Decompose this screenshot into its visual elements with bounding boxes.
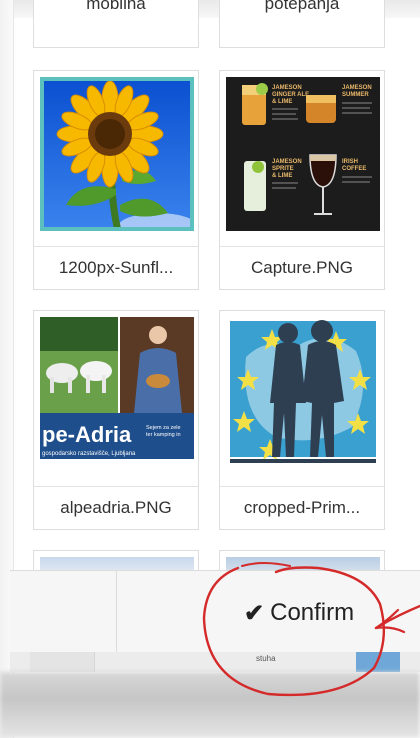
capture-heading-1: JAMESON — [272, 85, 302, 91]
capture-heading-2b: SUMMER — [342, 92, 369, 98]
media-item-potepanja[interactable]: potepanja — [219, 0, 385, 48]
cropped-prim-thumbnail[interactable] — [226, 317, 380, 471]
media-item-label: potepanja — [264, 0, 340, 13]
media-item-cropped-prim[interactable]: cropped-Prim... — [219, 310, 385, 530]
capture-heading-4: IRISH — [342, 159, 358, 165]
media-item-mobilna[interactable]: mobilna — [33, 0, 199, 48]
media-item-label: Capture.PNG — [220, 246, 384, 289]
confirm-button[interactable]: ✔ Confirm — [238, 593, 360, 633]
drinks-menu-image: JAMESON GINGER ALE & LIME JAMESON SUMMER… — [226, 77, 380, 231]
media-item-label: mobilna — [86, 0, 146, 13]
media-item-sunflower[interactable]: 1200px-Sunfl... — [33, 70, 199, 290]
media-item-label: alpeadria.PNG — [34, 486, 198, 529]
capture-heading-2: JAMESON — [342, 85, 372, 91]
media-item-label: 1200px-Sunfl... — [34, 246, 198, 289]
confirm-button-label: Confirm — [270, 599, 355, 626]
alpeadria-footer-text: gospodarsko razstavišče, Ljubljana — [42, 451, 136, 457]
capture-thumbnail[interactable]: JAMESON GINGER ALE & LIME JAMESON SUMMER… — [226, 77, 380, 231]
capture-heading-3b: SPRITE — [272, 166, 294, 172]
capture-heading-1b: GINGER ALE — [272, 92, 309, 98]
alpeadria-tagline-1: Sejem za zele — [146, 425, 181, 431]
underlying-page-strip: stuha — [10, 652, 420, 672]
capture-heading-3: JAMESON — [272, 159, 302, 165]
underlying-thumb — [356, 652, 400, 672]
sunflower-image — [40, 77, 194, 231]
media-action-bar: ✔ Confirm — [10, 570, 420, 654]
alpeadria-poster-image: pe-Adria Sejem za zele ter kamping in go… — [40, 317, 194, 471]
media-item-alpeadria[interactable]: pe-Adria Sejem za zele ter kamping in go… — [33, 310, 199, 530]
action-bar-divider — [116, 571, 117, 653]
underlying-thumb — [30, 652, 95, 672]
media-item-label: cropped-Prim... — [220, 486, 384, 529]
sunflower-thumbnail[interactable] — [40, 77, 194, 231]
check-icon: ✔ — [244, 599, 265, 627]
capture-heading-1c: & LIME — [272, 99, 292, 105]
capture-heading-3c: & LIME — [272, 173, 292, 179]
media-item-capture[interactable]: JAMESON GINGER ALE & LIME JAMESON SUMMER… — [219, 70, 385, 290]
alpeadria-banner-text: pe-Adria — [42, 422, 132, 447]
blurred-background — [0, 672, 420, 738]
alpeadria-tagline-2: ter kamping in — [146, 432, 181, 438]
europe-couple-image — [226, 317, 380, 471]
alpeadria-thumbnail[interactable]: pe-Adria Sejem za zele ter kamping in go… — [40, 317, 194, 471]
underlying-page-text: stuha — [256, 654, 276, 663]
capture-heading-4b: COFFEE — [342, 166, 366, 172]
